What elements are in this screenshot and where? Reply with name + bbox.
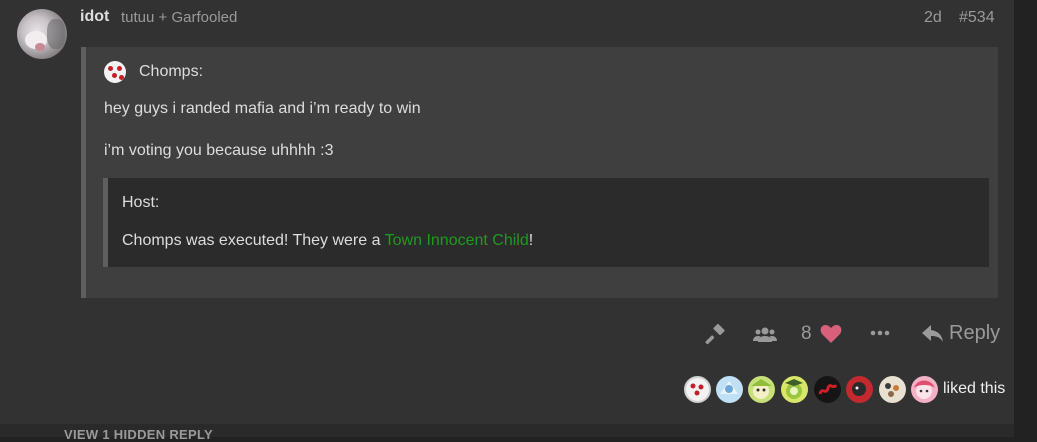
reply-button[interactable]: Reply bbox=[922, 322, 1002, 346]
liker-avatar[interactable] bbox=[716, 376, 743, 403]
admin-hammer-icon[interactable] bbox=[705, 323, 727, 346]
liker-avatar[interactable] bbox=[781, 376, 808, 403]
liker-avatar[interactable] bbox=[879, 376, 906, 403]
liker-avatar[interactable] bbox=[846, 376, 873, 403]
quote-text-line: hey guys i randed mafia and i’m ready to… bbox=[104, 100, 421, 117]
like-count[interactable]: 8 bbox=[801, 323, 812, 345]
quote-author[interactable]: Chomps: bbox=[139, 63, 203, 81]
post-group[interactable]: tutuu + Garfooled bbox=[121, 9, 237, 26]
quote-block: Chomps: hey guys i randed mafia and i’m … bbox=[81, 47, 998, 298]
nested-quote-author: Host: bbox=[122, 194, 160, 211]
more-options-icon[interactable] bbox=[868, 323, 892, 343]
liked-this-label: liked this bbox=[943, 380, 1006, 397]
liker-avatar[interactable] bbox=[748, 376, 775, 403]
quote-author-avatar[interactable] bbox=[104, 61, 126, 83]
liker-avatar[interactable] bbox=[814, 376, 841, 403]
quote-text-line: i’m voting you because uhhhh :3 bbox=[104, 142, 334, 159]
post-number[interactable]: #534 bbox=[959, 9, 995, 27]
right-gutter bbox=[1014, 0, 1037, 437]
nested-quote-block: Host: Chomps was executed! They were a T… bbox=[103, 178, 989, 267]
liker-avatar[interactable] bbox=[684, 376, 711, 403]
view-hidden-reply-button[interactable]: VIEW 1 HIDDEN REPLY bbox=[64, 428, 213, 442]
role-highlight: Town Innocent Child bbox=[384, 232, 529, 249]
users-icon[interactable] bbox=[753, 325, 777, 345]
nested-quote-text-end: ! bbox=[528, 232, 534, 249]
liker-avatar[interactable] bbox=[911, 376, 938, 403]
post-date[interactable]: 2d bbox=[924, 9, 942, 27]
forum-post: idot tutuu + Garfooled 2d #534 Chomps: h… bbox=[0, 0, 1014, 424]
reply-label: Reply bbox=[949, 322, 1001, 344]
nested-quote-text: Chomps was executed! They were a Town In… bbox=[122, 232, 533, 250]
heart-icon[interactable] bbox=[820, 324, 842, 344]
user-avatar[interactable] bbox=[17, 9, 67, 59]
nested-quote-text-start: Chomps was executed! They were a bbox=[122, 232, 385, 249]
post-username[interactable]: idot bbox=[80, 8, 109, 26]
